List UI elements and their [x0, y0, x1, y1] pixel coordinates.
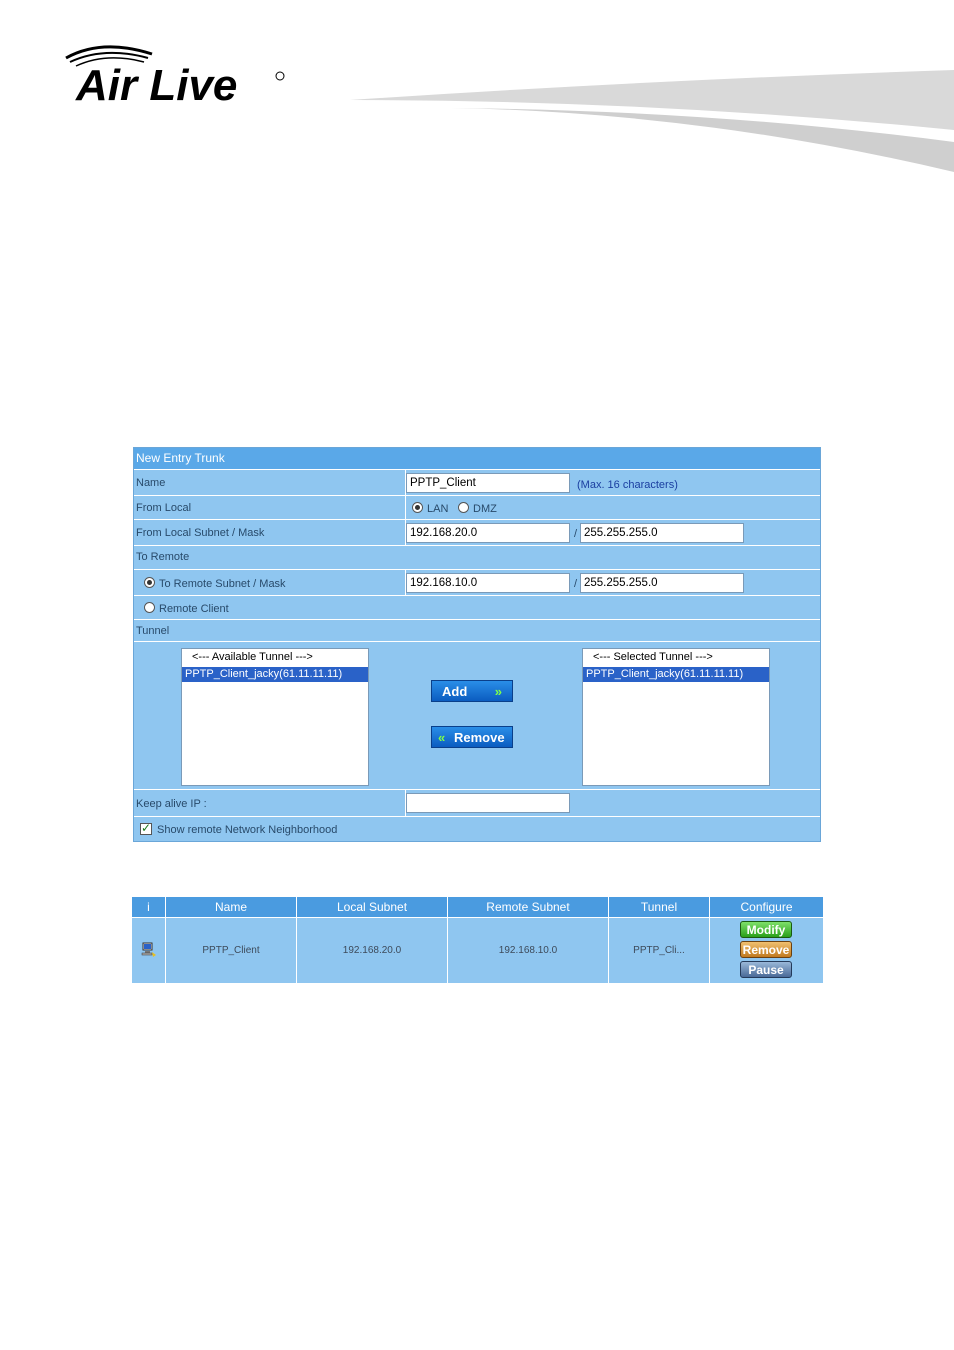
local-subnet-ip-input[interactable] — [406, 523, 570, 543]
selected-tunnel-list[interactable]: <--- Selected Tunnel ---> PPTP_Client_ja… — [582, 648, 770, 786]
panel-title: New Entry Trunk — [136, 451, 225, 465]
tunnel-selection-row: <--- Available Tunnel ---> PPTP_Client_j… — [134, 642, 820, 790]
table-row-name: PPTP_Client — [166, 918, 297, 983]
remote-client-row: Remote Client — [134, 596, 820, 620]
keep-alive-ip-input[interactable] — [406, 793, 570, 813]
from-local-row: From Local LAN DMZ — [134, 496, 820, 520]
name-hint: (Max. 16 characters) — [577, 479, 678, 491]
tunnel-label: Tunnel — [136, 625, 170, 637]
add-button-label: Add — [442, 684, 468, 699]
remove-entry-button[interactable]: Remove — [740, 941, 792, 958]
name-label: Name — [136, 477, 166, 489]
keep-alive-row: Keep alive IP : — [134, 790, 820, 817]
remove-tunnel-button[interactable]: « Remove — [431, 726, 513, 748]
show-neighborhood-row: ✓ Show remote Network Neighborhood — [134, 817, 820, 841]
name-row: Name (Max. 16 characters) — [134, 470, 820, 496]
col-header-info: i — [132, 897, 166, 917]
col-header-local-subnet: Local Subnet — [297, 897, 448, 917]
selected-tunnel-header: <--- Selected Tunnel ---> — [593, 651, 713, 663]
add-tunnel-button[interactable]: Add » — [431, 680, 513, 702]
trunk-list-table: i Name Local Subnet Remote Subnet Tunnel… — [132, 897, 823, 983]
checkmark-icon: ✓ — [141, 821, 152, 835]
name-input[interactable] — [406, 473, 570, 493]
available-tunnel-item[interactable]: PPTP_Client_jacky(61.11.11.11) — [182, 667, 368, 682]
modify-button[interactable]: Modify — [740, 921, 792, 938]
local-subnet-mask-input[interactable] — [580, 523, 744, 543]
pause-button[interactable]: Pause — [740, 961, 792, 978]
remote-subnet-label: To Remote Subnet / Mask — [159, 578, 286, 590]
table-row-tunnel: PPTP_Cli... — [609, 918, 710, 983]
double-arrow-right-icon: » — [494, 684, 502, 699]
available-tunnel-list[interactable]: <--- Available Tunnel ---> PPTP_Client_j… — [181, 648, 369, 786]
header-swoosh-decoration — [350, 70, 954, 172]
show-neighborhood-label: Show remote Network Neighborhood — [157, 824, 338, 836]
table-row-configure-cell: Modify Remove Pause — [710, 918, 823, 983]
table-row-info-cell — [132, 918, 166, 983]
panel-title-bar: New Entry Trunk — [134, 448, 820, 470]
lan-radio-label: LAN — [427, 503, 449, 515]
double-arrow-left-icon: « — [438, 730, 446, 745]
local-subnet-separator: / — [574, 528, 578, 540]
logo-text: Air Live — [75, 61, 237, 110]
tunnel-label-row: Tunnel — [134, 620, 820, 642]
to-remote-label: To Remote — [136, 551, 190, 563]
remote-client-label: Remote Client — [159, 603, 229, 615]
col-header-name: Name — [166, 897, 297, 917]
col-header-remote-subnet: Remote Subnet — [448, 897, 609, 917]
remote-subnet-ip-input[interactable] — [406, 573, 570, 593]
remove-button-label: Remove — [454, 730, 505, 745]
dmz-radio-label: DMZ — [473, 503, 497, 515]
from-local-label: From Local — [136, 502, 192, 514]
col-header-configure: Configure — [710, 897, 823, 917]
remote-subnet-mask-input[interactable] — [580, 573, 744, 593]
col-header-tunnel: Tunnel — [609, 897, 710, 917]
available-tunnel-header: <--- Available Tunnel ---> — [192, 651, 313, 663]
to-remote-row: To Remote — [134, 546, 820, 570]
table-row-remote-subnet: 192.168.10.0 — [448, 918, 609, 983]
show-neighborhood-checkbox[interactable]: ✓ — [140, 821, 152, 835]
dmz-radio[interactable] — [458, 502, 469, 513]
table-row-local-subnet: 192.168.20.0 — [297, 918, 448, 983]
keep-alive-label: Keep alive IP : — [136, 798, 207, 810]
local-subnet-row: From Local Subnet / Mask / — [134, 520, 820, 546]
local-subnet-label: From Local Subnet / Mask — [136, 527, 265, 539]
airlive-logo: Air Live — [65, 45, 285, 110]
network-computer-icon — [141, 942, 156, 957]
new-entry-trunk-panel: New Entry Trunk Name (Max. 16 characters… — [133, 447, 821, 842]
remote-subnet-radio[interactable] — [144, 577, 155, 588]
remote-client-radio[interactable] — [144, 602, 155, 613]
lan-radio[interactable] — [412, 502, 423, 513]
remote-subnet-row: To Remote Subnet / Mask / — [134, 570, 820, 596]
remote-subnet-separator: / — [574, 578, 578, 590]
selected-tunnel-item[interactable]: PPTP_Client_jacky(61.11.11.11) — [583, 667, 769, 682]
